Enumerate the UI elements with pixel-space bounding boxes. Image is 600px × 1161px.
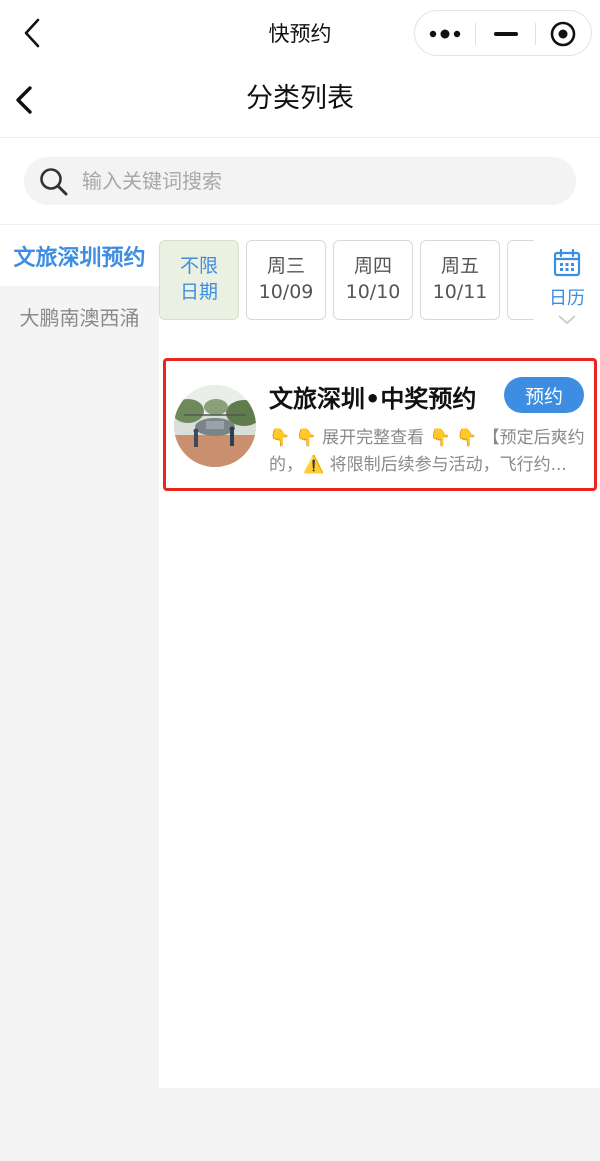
date-chip-line1: 周四 [353, 255, 392, 278]
sidebar-item-wenlv-shenzhen[interactable]: 文旅深圳预约 [0, 226, 159, 286]
search-box[interactable] [24, 157, 576, 205]
calendar-icon [552, 248, 582, 282]
minimize-icon[interactable] [476, 11, 536, 57]
calendar-label: 日历 [549, 288, 585, 309]
item-description: 👇 👇 展开完整查看 👇 👇 【预定后爽约的，⚠️ 将限制后续参与活动，飞行约.… [269, 428, 585, 475]
date-chip-line2: 日期 [179, 281, 218, 303]
date-chip-thu[interactable]: 周四 10/10 [333, 240, 413, 320]
sidebar-item-dapeng-nanao[interactable]: 大鹏南澳西涌 [0, 286, 159, 346]
content-area: 不限 日期 周三 10/09 周四 10/10 周五 10/11 周 10 [159, 226, 600, 1088]
date-chip-any[interactable]: 不限 日期 [159, 240, 239, 320]
more-icon[interactable] [415, 11, 475, 57]
date-chip-wed[interactable]: 周三 10/09 [246, 240, 326, 320]
capsule-menu [414, 10, 592, 56]
calendar-button[interactable]: 日历 [534, 226, 600, 325]
search-input[interactable] [82, 157, 562, 205]
date-chip-line2: 10/10 [345, 281, 401, 303]
date-chip-line1: 周五 [440, 255, 479, 278]
date-chip-fri[interactable]: 周五 10/11 [420, 240, 500, 320]
item-title: 文旅深圳•中奖预约 [269, 385, 477, 413]
bottom-area [0, 1088, 600, 1161]
item-thumbnail [174, 385, 256, 467]
book-button[interactable]: 预约 [504, 377, 584, 413]
close-target-icon[interactable] [533, 11, 593, 57]
search-bar [0, 139, 600, 225]
search-icon [38, 166, 70, 198]
page-title: 分类列表 [246, 83, 354, 114]
page-header: 分类列表 [0, 66, 600, 138]
top-bar: 快预约 [0, 0, 600, 66]
date-chip-line2: 10/11 [432, 281, 488, 303]
chevron-down-icon [557, 310, 577, 329]
list-item[interactable]: 文旅深圳•中奖预约 预约 👇 👇 展开完整查看 👇 👇 【预定后爽约的，⚠️ 将… [163, 358, 597, 491]
date-chip-line2: 10/09 [258, 281, 314, 303]
date-chip-line1: 不限 [179, 255, 218, 278]
date-chip-line1: 周三 [266, 255, 305, 278]
category-sidebar: 文旅深圳预约 大鹏南澳西涌 [0, 226, 159, 1088]
